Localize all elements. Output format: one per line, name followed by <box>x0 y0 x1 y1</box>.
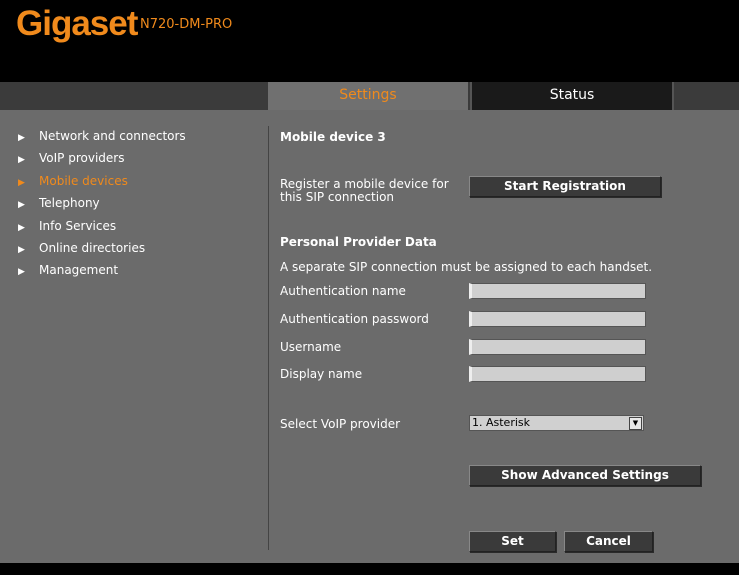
sidebar-item-label: VoIP providers <box>39 151 125 165</box>
username-label: Username <box>280 340 342 354</box>
sidebar-item-label: Telephony <box>39 196 100 210</box>
page-title: Mobile device 3 <box>280 130 386 144</box>
triangle-right-icon: ▶ <box>18 178 25 188</box>
tab-settings[interactable]: Settings <box>268 82 468 110</box>
auth-password-input[interactable] <box>469 311 646 327</box>
register-label-line1: Register a mobile device for <box>280 177 449 191</box>
header: Gigaset N720-DM-PRO <box>0 0 739 82</box>
chevron-down-icon[interactable]: ▼ <box>629 417 642 430</box>
start-registration-button[interactable]: Start Registration <box>469 176 661 197</box>
triangle-right-icon: ▶ <box>18 200 25 210</box>
sidebar-item-voip-providers[interactable]: ▶ VoIP providers <box>18 149 124 167</box>
sidebar-item-mobile-devices[interactable]: ▶ Mobile devices <box>18 172 128 190</box>
sidebar-item-label: Mobile devices <box>39 174 128 188</box>
sidebar-item-online-directories[interactable]: ▶ Online directories <box>18 239 145 257</box>
device-model: N720-DM-PRO <box>140 17 233 32</box>
sidebar-item-label: Management <box>39 263 119 277</box>
triangle-right-icon: ▶ <box>18 155 25 165</box>
sidebar-item-label: Online directories <box>39 241 146 255</box>
sidebar-item-info-services[interactable]: ▶ Info Services <box>18 217 116 235</box>
footer <box>0 563 739 575</box>
section-title: Personal Provider Data <box>280 235 437 249</box>
tab-status[interactable]: Status <box>470 82 674 110</box>
auth-password-label: Authentication password <box>280 312 429 326</box>
voip-provider-label: Select VoIP provider <box>280 417 401 431</box>
sidebar-item-management[interactable]: ▶ Management <box>18 261 118 279</box>
display-name-label: Display name <box>280 367 363 381</box>
triangle-right-icon: ▶ <box>18 223 25 233</box>
voip-provider-select[interactable]: 1. Asterisk ▼ <box>469 415 644 431</box>
triangle-right-icon: ▶ <box>18 133 25 143</box>
auth-name-input[interactable] <box>469 283 646 299</box>
voip-provider-value: 1. Asterisk <box>472 416 531 429</box>
sidebar-item-label: Info Services <box>39 219 117 233</box>
set-button[interactable]: Set <box>469 531 556 552</box>
sip-note: A separate SIP connection must be assign… <box>280 260 653 274</box>
triangle-right-icon: ▶ <box>18 267 25 277</box>
sidebar-divider <box>268 126 269 550</box>
sidebar-item-telephony[interactable]: ▶ Telephony <box>18 194 100 212</box>
cancel-button[interactable]: Cancel <box>564 531 653 552</box>
display-name-input[interactable] <box>469 366 646 382</box>
show-advanced-settings-button[interactable]: Show Advanced Settings <box>469 465 701 486</box>
sidebar-item-label: Network and connectors <box>39 129 186 143</box>
sidebar-item-network[interactable]: ▶ Network and connectors <box>18 127 186 145</box>
username-input[interactable] <box>469 339 646 355</box>
brand-logo: Gigaset <box>16 4 138 43</box>
register-label-line2: this SIP connection <box>280 190 395 204</box>
auth-name-label: Authentication name <box>280 284 406 298</box>
triangle-right-icon: ▶ <box>18 245 25 255</box>
